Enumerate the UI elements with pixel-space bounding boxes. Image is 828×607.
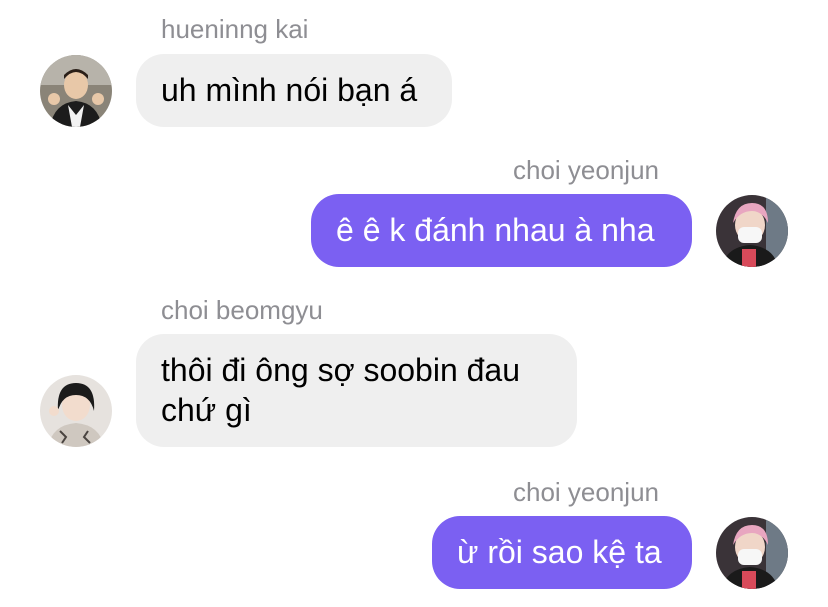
message-bubble-incoming[interactable]: thôi đi ông sợ soobin đau chứ gì — [136, 334, 577, 447]
sender-name: choi yeonjun — [513, 477, 659, 507]
sender-name: choi yeonjun — [513, 155, 659, 185]
avatar-choi-yeonjun[interactable] — [716, 195, 788, 267]
sender-name: choi beomgyu — [161, 295, 323, 325]
message-bubble-outgoing[interactable]: ê ê k đánh nhau à nha — [311, 194, 692, 267]
avatar-choi-yeonjun[interactable] — [716, 517, 788, 589]
message-bubble-outgoing[interactable]: ừ rồi sao kệ ta — [432, 516, 692, 589]
avatar-huening-kai[interactable] — [40, 55, 112, 127]
sender-name: hueninng kai — [161, 14, 309, 44]
message-bubble-incoming[interactable]: uh mình nói bạn á — [136, 54, 452, 127]
avatar-choi-beomgyu[interactable] — [40, 375, 112, 447]
